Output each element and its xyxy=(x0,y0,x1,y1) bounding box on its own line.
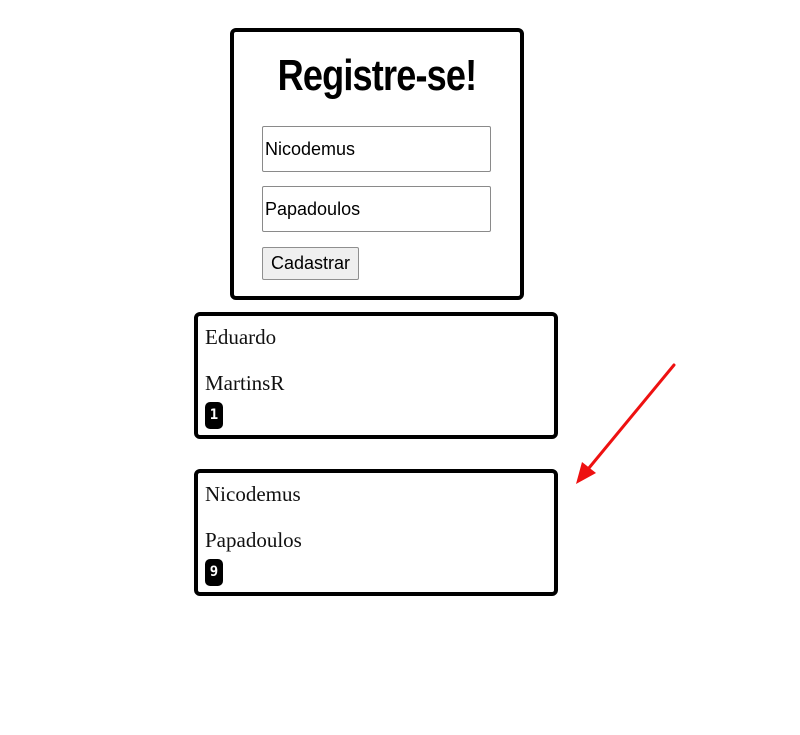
user-card: Nicodemus Papadoulos 9 xyxy=(194,469,558,596)
user-last-name: Papadoulos xyxy=(205,528,302,552)
user-id-badge: 1 xyxy=(205,402,223,429)
first-name-input[interactable] xyxy=(262,126,491,172)
user-id-badge: 9 xyxy=(205,559,223,586)
last-name-input[interactable] xyxy=(262,186,491,232)
register-title: Registre-se! xyxy=(277,51,478,100)
register-form: Registre-se! Cadastrar xyxy=(230,28,524,300)
user-first-name: Nicodemus xyxy=(205,482,301,506)
cadastrar-button[interactable]: Cadastrar xyxy=(262,247,360,280)
user-last-name: MartinsR xyxy=(205,371,285,395)
user-first-name: Eduardo xyxy=(205,325,277,349)
red-arrow-icon xyxy=(576,363,676,484)
user-card: Eduardo MartinsR 1 xyxy=(194,312,558,439)
